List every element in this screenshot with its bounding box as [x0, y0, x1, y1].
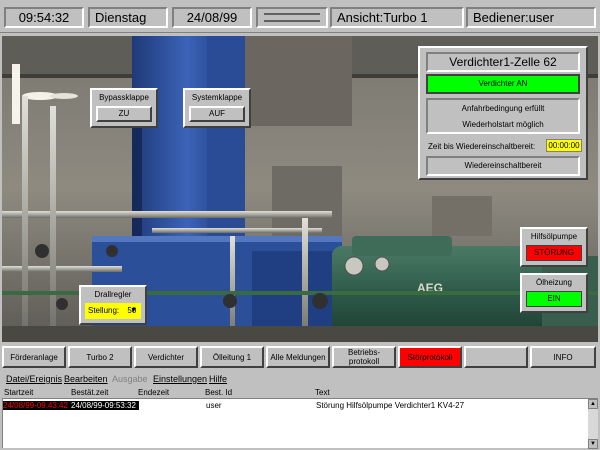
swirl-controller-title: Drallregler [94, 290, 132, 299]
current-view: Ansicht:Turbo 1 [330, 7, 464, 28]
system-flap-state[interactable]: AUF [189, 106, 245, 122]
restart-timer-label: Zeit bis Wiedereinschaltbereit: [428, 142, 536, 151]
scroll-down-icon[interactable]: ▼ [588, 439, 598, 449]
alarm-indicator [256, 7, 328, 28]
event-ack-id: user [206, 401, 222, 410]
nav-verdichter-button[interactable]: Verdichter [134, 346, 198, 368]
aux-oil-pump-title: Hilfsölpumpe [530, 232, 578, 241]
weekday: Dienstag [88, 7, 168, 28]
restart-ready: Wiedereinschaltbereit [426, 156, 580, 176]
compressor-status[interactable]: Verdichter AN [426, 74, 580, 94]
bypass-flap-title: Bypassklappe [99, 93, 149, 102]
bypass-flap-state[interactable]: ZU [96, 106, 152, 122]
menu-output: Ausgabe [112, 374, 148, 384]
date: 24/08/99 [172, 7, 252, 28]
menu-bar: Datei/Ereignis Bearbeiten Ausgabe Einste… [0, 372, 600, 386]
navigation-bar: Förderanlage Turbo 2 Verdichter Ölleitun… [0, 344, 600, 370]
table-row[interactable]: 24/08/99-09:43:42 24/08/99-09:53:32 user… [3, 401, 593, 410]
clock-time: 09:54:32 [4, 7, 84, 28]
col-start-time[interactable]: Startzeit [4, 388, 33, 397]
event-text: Störung Hilfsölpumpe Verdichter1 KV4-27 [316, 401, 465, 410]
nav-all-messages-button[interactable]: Alle Meldungen [266, 346, 330, 368]
system-flap-title: Systemklappe [191, 93, 243, 102]
system-flap-panel: Systemklappe AUF [183, 88, 251, 128]
event-list[interactable]: 24/08/99-09:43:42 24/08/99-09:53:32 user… [2, 398, 598, 449]
col-ack-time[interactable]: Bestät.zeit [71, 388, 108, 397]
scroll-up-icon[interactable]: ▲ [588, 399, 598, 409]
nav-operation-log-button[interactable]: Betriebs- protokoll [332, 346, 396, 368]
chevron-down-icon: ▼ [130, 307, 137, 314]
aux-oil-pump-panel: Hilfsölpumpe STÖRUNG [520, 227, 588, 267]
col-end-time[interactable]: Endezeit [138, 388, 169, 397]
menu-settings[interactable]: Einstellungen [153, 374, 207, 384]
menu-help[interactable]: Hilfe [209, 374, 227, 384]
event-start-time: 24/08/99-09:43:42 [3, 401, 71, 410]
event-ack-time: 24/08/99-09:53:32 [71, 401, 139, 410]
nav-oelleitung-button[interactable]: Ölleitung 1 [200, 346, 264, 368]
status-bar: 09:54:32 Dienstag 24/08/99 Ansicht:Turbo… [0, 0, 600, 33]
nav-info-button[interactable]: INFO [530, 346, 596, 368]
nav-foerderanlage-button[interactable]: Förderanlage [2, 346, 66, 368]
aux-oil-pump-state[interactable]: STÖRUNG [526, 245, 582, 261]
oil-heater-panel: Ölheizung EIN [520, 273, 588, 313]
restart-possible: Wiederholstart möglich [462, 120, 544, 129]
oil-heater-title: Ölheizung [535, 278, 573, 287]
compressor-conditions: Anfahrbedingung erfüllt Wiederholstart m… [426, 98, 580, 134]
swirl-controller-label: Stellung: [88, 306, 120, 315]
oil-heater-state[interactable]: EIN [526, 291, 582, 307]
nav-empty-button[interactable] [464, 346, 528, 368]
restart-timer-value: 00:00:00 [546, 139, 582, 152]
menu-file-event[interactable]: Datei/Ereignis [6, 374, 62, 384]
compressor-panel: Verdichter1-Zelle 62 Verdichter AN Anfah… [418, 46, 588, 180]
col-ack-id[interactable]: Best. Id [205, 388, 232, 397]
nav-turbo2-button[interactable]: Turbo 2 [68, 346, 132, 368]
nav-fault-log-button[interactable]: Störprotokoll [398, 346, 462, 368]
swirl-controller-field[interactable]: Stellung: 50 ▼ [85, 303, 141, 319]
start-condition: Anfahrbedingung erfüllt [461, 104, 545, 113]
plant-view: AEG Bypassklappe ZU Systemklappe AUF Dra… [2, 36, 598, 342]
col-text[interactable]: Text [315, 388, 330, 397]
event-list-scrollbar[interactable]: ▲ ▼ [588, 399, 598, 449]
compressor-title: Verdichter1-Zelle 62 [426, 52, 580, 72]
bypass-flap-panel: Bypassklappe ZU [90, 88, 158, 128]
menu-edit[interactable]: Bearbeiten [64, 374, 108, 384]
event-list-header: Startzeit Bestät.zeit Endezeit Best. Id … [0, 387, 600, 398]
swirl-controller-panel: Drallregler Stellung: 50 ▼ [79, 285, 147, 325]
operator: Bediener:user [466, 7, 596, 28]
